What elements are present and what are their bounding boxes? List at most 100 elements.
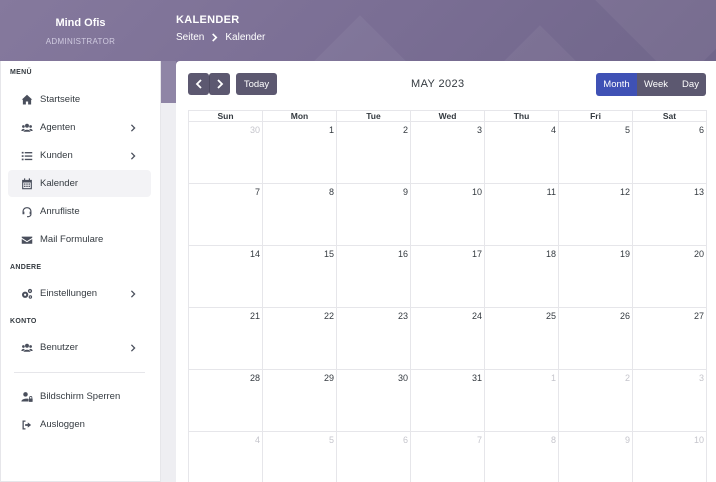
day-number[interactable]: 26 [620, 311, 630, 321]
sidebar-item-bildschirm-sperren[interactable]: Bildschirm Sperren [8, 383, 151, 410]
calendar-day-cell-other-month[interactable]: 30 [189, 122, 263, 183]
sidebar-item-agenten[interactable]: Agenten [8, 114, 151, 141]
calendar-day-cell[interactable]: 13 [633, 184, 707, 245]
calendar-day-cell[interactable]: 12 [559, 184, 633, 245]
day-number[interactable]: 28 [250, 373, 260, 383]
calendar-day-cell[interactable]: 26 [559, 308, 633, 369]
day-number[interactable]: 21 [250, 311, 260, 321]
calendar-day-cell[interactable]: 14 [189, 246, 263, 307]
calendar-day-cell-other-month[interactable]: 2 [559, 370, 633, 431]
day-number[interactable]: 22 [324, 311, 334, 321]
calendar-day-cell[interactable]: 23 [337, 308, 411, 369]
day-number[interactable]: 31 [472, 373, 482, 383]
breadcrumb-seiten[interactable]: Seiten [176, 32, 204, 43]
day-number[interactable]: 24 [472, 311, 482, 321]
day-number[interactable]: 14 [250, 249, 260, 259]
calendar-day-cell[interactable]: 25 [485, 308, 559, 369]
calendar-day-cell-other-month[interactable]: 8 [485, 432, 559, 482]
calendar-day-cell[interactable]: 5 [559, 122, 633, 183]
day-number[interactable]: 8 [551, 435, 556, 445]
day-number[interactable]: 19 [620, 249, 630, 259]
calendar-day-cell[interactable]: 8 [263, 184, 337, 245]
day-number[interactable]: 1 [329, 125, 334, 135]
calendar-day-cell[interactable]: 29 [263, 370, 337, 431]
next-month-button[interactable] [209, 73, 230, 95]
calendar-day-cell[interactable]: 2 [337, 122, 411, 183]
sidebar-item-kalender[interactable]: Kalender [8, 170, 151, 197]
calendar-day-cell[interactable]: 30 [337, 370, 411, 431]
day-number[interactable]: 4 [255, 435, 260, 445]
day-number[interactable]: 29 [324, 373, 334, 383]
calendar-day-cell-other-month[interactable]: 3 [633, 370, 707, 431]
calendar-day-cell[interactable]: 24 [411, 308, 485, 369]
calendar-day-cell[interactable]: 11 [485, 184, 559, 245]
day-number[interactable]: 5 [329, 435, 334, 445]
day-number[interactable]: 17 [472, 249, 482, 259]
day-number[interactable]: 5 [625, 125, 630, 135]
sidebar-item-kunden[interactable]: Kunden [8, 142, 151, 169]
day-number[interactable]: 11 [547, 187, 556, 197]
day-number[interactable]: 3 [477, 125, 482, 135]
prev-month-button[interactable] [188, 73, 209, 95]
calendar-day-cell[interactable]: 28 [189, 370, 263, 431]
today-button[interactable]: Today [236, 73, 277, 95]
calendar-day-cell[interactable]: 21 [189, 308, 263, 369]
day-number[interactable]: 8 [329, 187, 334, 197]
day-number[interactable]: 27 [694, 311, 704, 321]
view-month-button[interactable]: Month [596, 73, 637, 96]
calendar-day-cell[interactable]: 10 [411, 184, 485, 245]
sidebar-item-ausloggen[interactable]: Ausloggen [8, 411, 151, 438]
calendar-day-cell[interactable]: 20 [633, 246, 707, 307]
calendar-day-cell[interactable]: 18 [485, 246, 559, 307]
calendar-day-cell[interactable]: 6 [633, 122, 707, 183]
day-number[interactable]: 7 [255, 187, 260, 197]
day-number[interactable]: 9 [403, 187, 408, 197]
calendar-day-cell[interactable]: 9 [337, 184, 411, 245]
calendar-day-cell-other-month[interactable]: 6 [337, 432, 411, 482]
calendar-day-cell-other-month[interactable]: 10 [633, 432, 707, 482]
day-number[interactable]: 18 [546, 249, 556, 259]
day-number[interactable]: 4 [551, 125, 556, 135]
calendar-day-cell[interactable]: 16 [337, 246, 411, 307]
sidebar-item-einstellungen[interactable]: Einstellungen [8, 280, 151, 307]
day-number[interactable]: 12 [620, 187, 630, 197]
day-number[interactable]: 6 [699, 125, 704, 135]
sidebar-item-benutzer[interactable]: Benutzer [8, 334, 151, 361]
calendar-day-cell-other-month[interactable]: 7 [411, 432, 485, 482]
calendar-day-cell-other-month[interactable]: 9 [559, 432, 633, 482]
day-number[interactable]: 7 [477, 435, 482, 445]
day-number[interactable]: 30 [250, 125, 260, 135]
day-number[interactable]: 15 [324, 249, 334, 259]
day-number[interactable]: 1 [551, 373, 556, 383]
calendar-day-cell[interactable]: 3 [411, 122, 485, 183]
calendar-day-cell[interactable]: 1 [263, 122, 337, 183]
calendar-day-cell-other-month[interactable]: 1 [485, 370, 559, 431]
day-number[interactable]: 10 [472, 187, 482, 197]
day-number[interactable]: 2 [625, 373, 630, 383]
day-number[interactable]: 10 [694, 435, 704, 445]
day-number[interactable]: 30 [398, 373, 408, 383]
sidebar-item-startseite[interactable]: Startseite [8, 86, 151, 113]
sidebar-item-mail-formulare[interactable]: Mail Formulare [8, 226, 151, 253]
calendar-day-cell[interactable]: 31 [411, 370, 485, 431]
calendar-day-cell[interactable]: 17 [411, 246, 485, 307]
day-number[interactable]: 3 [699, 373, 704, 383]
day-number[interactable]: 6 [403, 435, 408, 445]
day-number[interactable]: 20 [694, 249, 704, 259]
brand-name[interactable]: Mind Ofis [0, 17, 161, 29]
calendar-day-cell[interactable]: 22 [263, 308, 337, 369]
day-number[interactable]: 13 [694, 187, 704, 197]
view-week-button[interactable]: Week [637, 73, 675, 96]
calendar-day-cell[interactable]: 27 [633, 308, 707, 369]
day-number[interactable]: 23 [398, 311, 408, 321]
day-number[interactable]: 25 [546, 311, 556, 321]
calendar-day-cell[interactable]: 19 [559, 246, 633, 307]
sidebar-item-anrufliste[interactable]: Anrufliste [8, 198, 151, 225]
calendar-day-cell[interactable]: 15 [263, 246, 337, 307]
day-number[interactable]: 16 [398, 249, 408, 259]
day-number[interactable]: 2 [403, 125, 408, 135]
calendar-day-cell-other-month[interactable]: 4 [189, 432, 263, 482]
calendar-day-cell[interactable]: 4 [485, 122, 559, 183]
day-number[interactable]: 9 [625, 435, 630, 445]
calendar-day-cell[interactable]: 7 [189, 184, 263, 245]
